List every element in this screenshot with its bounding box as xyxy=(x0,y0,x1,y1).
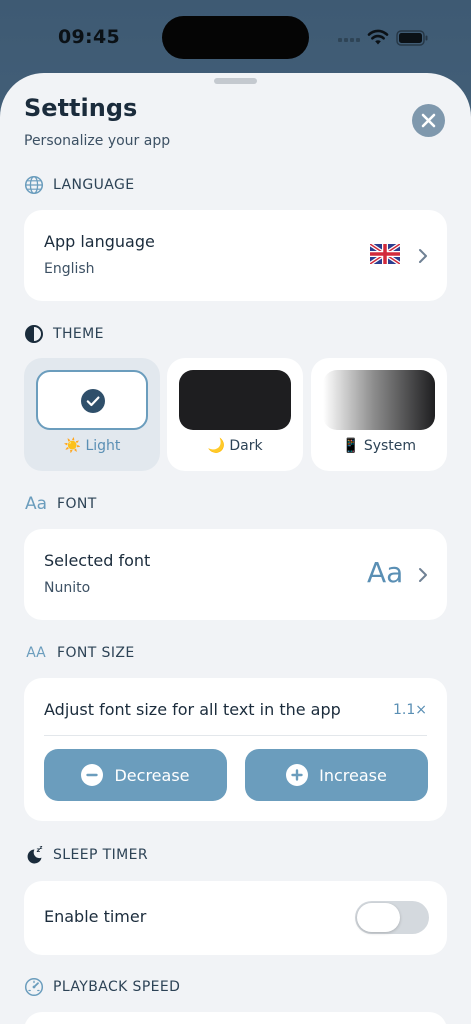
theme-option-light[interactable]: ☀️ Light xyxy=(24,358,160,471)
enable-timer-row: Enable timer xyxy=(24,881,447,955)
plus-circle-icon xyxy=(286,764,309,786)
playback-speed-section-header: PLAYBACK SPEED xyxy=(24,977,180,997)
app-language-row[interactable]: App language English xyxy=(24,210,447,301)
svg-text:z: z xyxy=(40,845,43,851)
theme-option-dark[interactable]: 🌙 Dark xyxy=(167,358,303,471)
light-theme-swatch xyxy=(36,370,148,430)
selected-font-title: Selected font xyxy=(44,551,151,570)
text-size-icon: AA xyxy=(26,645,46,661)
checkmark-icon xyxy=(81,389,105,413)
language-section-header: LANGUAGE xyxy=(24,175,135,195)
decrease-font-button[interactable]: Decrease xyxy=(44,749,227,801)
globe-icon xyxy=(24,175,44,195)
enable-timer-label: Enable timer xyxy=(44,907,147,926)
playback-speed-section-label: PLAYBACK SPEED xyxy=(53,979,181,995)
enable-timer-toggle[interactable] xyxy=(355,901,429,934)
toggle-knob xyxy=(357,903,400,932)
cellular-signal-icon xyxy=(338,36,362,42)
status-bar: 09:45 xyxy=(0,0,471,74)
playback-speed-card xyxy=(24,1012,447,1024)
phone-icon: 📱 xyxy=(341,438,360,454)
font-size-section-label: FONT SIZE xyxy=(57,645,135,661)
theme-section-header: THEME xyxy=(24,324,104,344)
system-theme-label: 📱 System xyxy=(341,438,417,454)
font-section-header: Aa FONT xyxy=(24,494,97,514)
system-theme-swatch xyxy=(323,370,435,430)
settings-sheet: Settings Personalize your app LANGUAGE A… xyxy=(0,73,471,1024)
light-theme-label: ☀️ Light xyxy=(63,438,121,454)
speedometer-icon xyxy=(24,977,44,997)
sleep-timer-section-label: SLEEP TIMER xyxy=(53,847,149,863)
language-section-label: LANGUAGE xyxy=(53,177,135,193)
font-size-section-header: AA FONT SIZE xyxy=(24,643,135,663)
page-subtitle: Personalize your app xyxy=(24,133,171,149)
uk-flag-icon xyxy=(368,242,402,266)
theme-section-label: THEME xyxy=(53,326,104,342)
app-language-value: English xyxy=(44,261,95,277)
font-size-card: Adjust font size for all text in the app… xyxy=(24,678,447,821)
font-preview: Aa xyxy=(367,556,404,589)
status-time: 09:45 xyxy=(58,26,120,48)
increase-font-button[interactable]: Increase xyxy=(245,749,428,801)
font-size-description: Adjust font size for all text in the app xyxy=(44,700,341,719)
close-button[interactable] xyxy=(412,104,445,137)
dynamic-island xyxy=(162,16,309,59)
sun-icon: ☀️ xyxy=(63,438,82,454)
chevron-right-icon xyxy=(419,249,427,263)
selected-font-value: Nunito xyxy=(44,580,91,596)
font-icon: Aa xyxy=(24,494,48,514)
theme-option-system[interactable]: 📱 System xyxy=(311,358,447,471)
minus-circle-icon xyxy=(81,764,104,786)
selected-font-row[interactable]: Selected font Nunito Aa xyxy=(24,529,447,620)
app-language-title: App language xyxy=(44,232,155,251)
wifi-icon xyxy=(367,28,389,46)
contrast-icon xyxy=(24,324,44,344)
font-section-label: FONT xyxy=(57,496,97,512)
sheet-grabber[interactable] xyxy=(214,78,257,84)
sleep-moon-icon: z z xyxy=(24,845,44,865)
font-size-value: 1.1× xyxy=(393,702,427,718)
moon-icon: 🌙 xyxy=(207,438,225,454)
page-title: Settings xyxy=(24,94,138,122)
dark-theme-swatch xyxy=(179,370,291,430)
chevron-right-icon xyxy=(419,568,427,582)
divider xyxy=(44,735,427,736)
close-icon xyxy=(421,113,436,128)
dark-theme-label: 🌙 Dark xyxy=(207,438,263,454)
battery-icon xyxy=(396,30,429,46)
sleep-timer-section-header: z z SLEEP TIMER xyxy=(24,845,148,865)
